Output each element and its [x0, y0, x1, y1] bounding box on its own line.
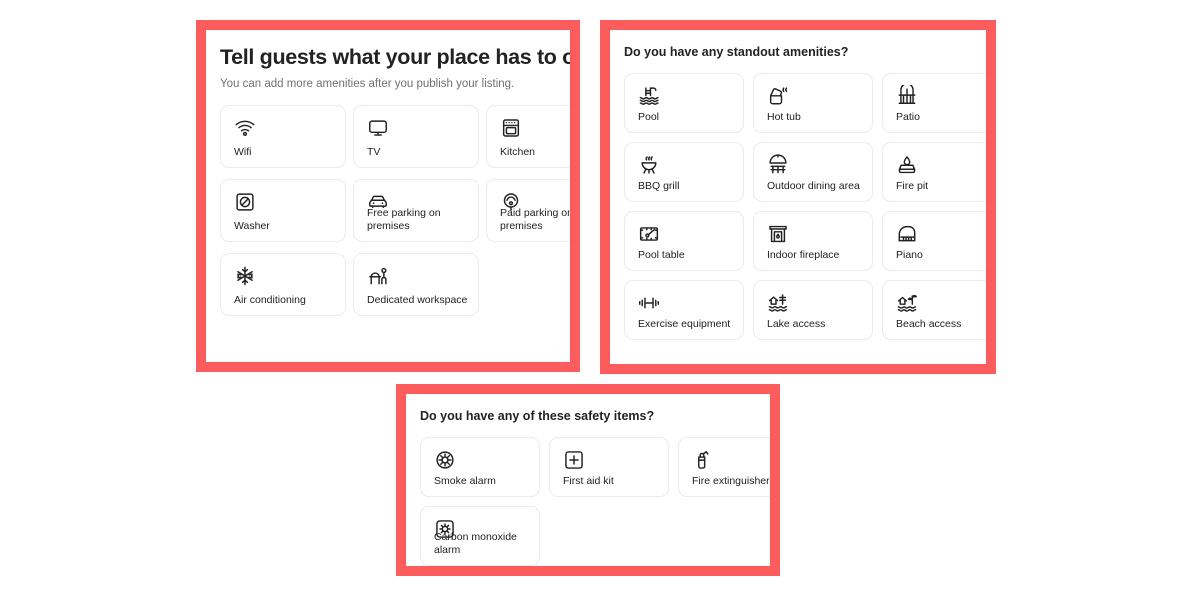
smoke-alarm-icon [434, 449, 456, 471]
lake-access-icon [767, 292, 789, 314]
amenity-card[interactable]: Wifi [220, 105, 346, 168]
page-title: Tell guests what your place has to offer [220, 44, 580, 70]
hot-tub-icon [767, 85, 789, 107]
amenity-card-label: Patio [896, 111, 993, 124]
standout-amenities-panel-content: Do you have any standout amenities? Pool… [610, 30, 996, 374]
amenity-card[interactable]: Fire pit [882, 142, 996, 202]
amenity-card-label: Hot tub [767, 111, 864, 124]
amenity-card[interactable]: Free parking on premises [353, 179, 479, 242]
snowflake-icon [234, 265, 256, 287]
amenity-card[interactable]: Dedicated workspace [353, 253, 479, 316]
amenity-card-label: BBQ grill [638, 180, 735, 193]
amenity-card-label: Free parking on premises [367, 207, 470, 233]
dumbbell-icon [638, 292, 660, 314]
amenity-card[interactable]: TV [353, 105, 479, 168]
amenity-card-label: Air conditioning [234, 294, 337, 307]
amenity-card[interactable]: Fire extinguisher [678, 437, 780, 497]
amenity-card[interactable]: Exercise equipment [624, 280, 744, 340]
amenity-card[interactable]: First aid kit [549, 437, 669, 497]
amenity-card[interactable]: Lake access [753, 280, 873, 340]
safety-items-panel: Do you have any of these safety items? S… [396, 384, 780, 576]
amenity-card-label: Lake access [767, 318, 864, 331]
amenity-card-label: Pool table [638, 249, 735, 262]
amenity-card[interactable]: Patio [882, 73, 996, 133]
fireplace-icon [767, 223, 789, 245]
amenity-card[interactable]: Pool [624, 73, 744, 133]
amenity-card[interactable]: Indoor fireplace [753, 211, 873, 271]
patio-icon [896, 85, 918, 107]
beach-access-icon [896, 292, 918, 314]
amenity-card-label: Fire extinguisher [692, 475, 780, 488]
amenity-card[interactable]: Paid parking on premises [486, 179, 580, 242]
amenity-card[interactable]: Washer [220, 179, 346, 242]
pool-icon [638, 85, 660, 107]
first-aid-kit-icon [563, 449, 585, 471]
standout-amenities-grid: Pool Hot tub Patio BBQ grill Outdoor dining … [624, 73, 996, 349]
amenity-card[interactable]: Piano [882, 211, 996, 271]
amenity-card-label: Smoke alarm [434, 475, 531, 488]
bbq-grill-icon [638, 154, 660, 176]
amenity-card-label: Indoor fireplace [767, 249, 864, 262]
fire-extinguisher-icon [692, 449, 714, 471]
amenity-card[interactable]: BBQ grill [624, 142, 744, 202]
piano-icon [896, 223, 918, 245]
amenity-card-label: Carbon monoxide alarm [434, 531, 531, 557]
wifi-icon [234, 117, 256, 139]
fire-pit-icon [896, 154, 918, 176]
amenity-card-label: Beach access [896, 318, 993, 331]
amenity-card-label: Washer [234, 220, 337, 233]
page-subtitle: You can add more amenities after you pub… [220, 76, 580, 92]
amenity-card-label: Paid parking on premises [500, 207, 580, 233]
amenity-card[interactable]: Outdoor dining area [753, 142, 873, 202]
amenity-card-label: Piano [896, 249, 993, 262]
washer-icon [234, 191, 256, 213]
amenity-card[interactable]: Kitchen [486, 105, 580, 168]
standout-amenities-title: Do you have any standout amenities? [624, 44, 996, 60]
amenity-card-label: TV [367, 146, 470, 159]
amenity-card[interactable]: Air conditioning [220, 253, 346, 316]
amenity-card[interactable]: Hot tub [753, 73, 873, 133]
amenity-card[interactable]: Smoke alarm [420, 437, 540, 497]
amenity-card[interactable]: Carbon monoxide alarm [420, 506, 540, 566]
amenity-card-label: Dedicated workspace [367, 294, 470, 307]
amenity-card-label: First aid kit [563, 475, 660, 488]
amenity-card-label: Wifi [234, 146, 337, 159]
safety-items-title: Do you have any of these safety items? [420, 408, 780, 424]
amenity-card-label: Pool [638, 111, 735, 124]
amenity-card-label: Exercise equipment [638, 318, 735, 331]
amenities-panel-content: Tell guests what your place has to offer… [206, 30, 580, 372]
amenity-card-label: Kitchen [500, 146, 580, 159]
desk-icon [367, 265, 389, 287]
safety-items-panel-content: Do you have any of these safety items? S… [406, 394, 780, 576]
standout-amenities-panel: Do you have any standout amenities? Pool… [600, 20, 996, 374]
amenities-grid: Wifi TV Kitchen Washer Free parking on premi… [220, 105, 580, 327]
pool-table-icon [638, 223, 660, 245]
outdoor-dining-icon [767, 154, 789, 176]
kitchen-icon [500, 117, 522, 139]
tv-icon [367, 117, 389, 139]
amenity-card-label: Outdoor dining area [767, 180, 864, 193]
safety-items-grid: Smoke alarm First aid kit Fire extinguishe… [420, 437, 780, 575]
amenity-card-label: Fire pit [896, 180, 993, 193]
amenity-card[interactable]: Pool table [624, 211, 744, 271]
amenities-panel: Tell guests what your place has to offer… [196, 20, 580, 372]
amenity-card[interactable]: Beach access [882, 280, 996, 340]
